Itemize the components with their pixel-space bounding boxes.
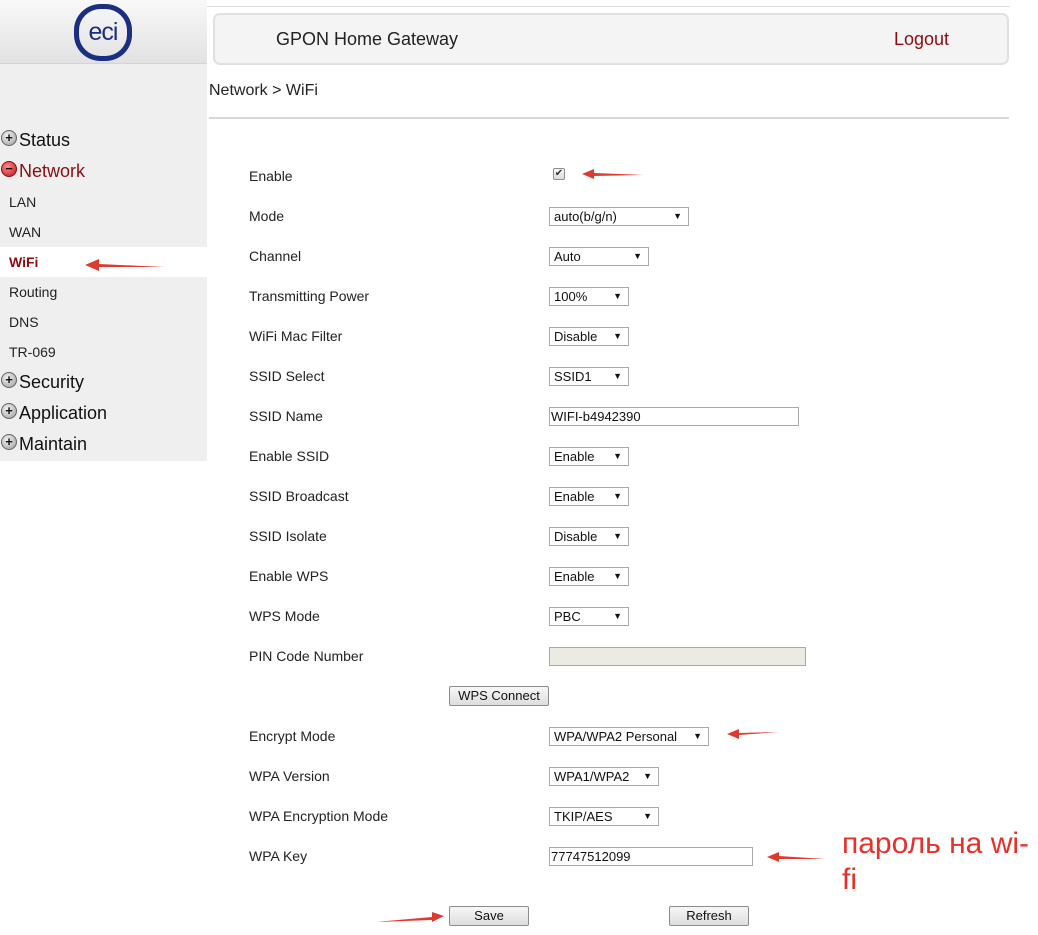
plus-circle-icon: +: [1, 402, 17, 419]
pin-code-label: PIN Code Number: [249, 648, 364, 664]
ssid-isolate-select[interactable]: Disable ▼: [549, 527, 629, 546]
mac-filter-select[interactable]: Disable ▼: [549, 327, 629, 346]
ssid-isolate-label: SSID Isolate: [249, 528, 327, 544]
channel-select[interactable]: Auto ▼: [549, 247, 649, 266]
sidebar-group-label: Maintain: [19, 434, 88, 454]
logo-bar: eci: [0, 0, 207, 64]
ssid-broadcast-select[interactable]: Enable ▼: [549, 487, 629, 506]
annotation-arrow-icon: [727, 729, 779, 739]
annotation-arrow-icon: [376, 912, 444, 922]
wpa-enc-mode-label: WPA Encryption Mode: [249, 808, 389, 824]
mode-label: Mode: [249, 208, 285, 224]
wps-connect-button[interactable]: WPS Connect: [449, 686, 549, 706]
tx-power-label: Transmitting Power: [249, 288, 370, 304]
enable-wps-select[interactable]: Enable ▼: [549, 567, 629, 586]
sidebar-group-network[interactable]: − Network: [0, 156, 207, 187]
annotation-arrow-icon: [767, 852, 825, 862]
plus-circle-icon: +: [1, 371, 17, 388]
breadcrumb: Network > WiFi: [209, 82, 318, 99]
chevron-down-icon: ▼: [613, 451, 622, 461]
wpa-version-label: WPA Version: [249, 768, 330, 784]
chevron-down-icon: ▼: [693, 731, 702, 741]
ssid-broadcast-label: SSID Broadcast: [249, 488, 349, 504]
tx-power-select[interactable]: 100% ▼: [549, 287, 629, 306]
wpa-version-select[interactable]: WPA1/WPA2 ▼: [549, 767, 659, 786]
sidebar-item-dns[interactable]: DNS: [0, 307, 207, 337]
wps-mode-label: WPS Mode: [249, 608, 320, 624]
sidebar-group-label: Application: [19, 403, 108, 423]
chevron-down-icon: ▼: [673, 211, 682, 221]
save-button[interactable]: Save: [449, 906, 529, 926]
channel-label: Channel: [249, 248, 302, 264]
chevron-down-icon: ▼: [643, 811, 652, 821]
chevron-down-icon: ▼: [613, 531, 622, 541]
chevron-down-icon: ▼: [613, 611, 622, 621]
divider: [209, 117, 1009, 119]
wpa-key-label: WPA Key: [249, 848, 308, 864]
chevron-down-icon: ▼: [613, 491, 622, 501]
encrypt-mode-label: Encrypt Mode: [249, 728, 336, 744]
enable-ssid-label: Enable SSID: [249, 448, 330, 464]
mac-filter-label: WiFi Mac Filter: [249, 328, 343, 344]
plus-circle-icon: +: [1, 129, 17, 146]
enable-wps-label: Enable WPS: [249, 568, 329, 584]
chevron-down-icon: ▼: [613, 291, 622, 301]
header-wrap: GPON Home Gateway Logout: [207, 6, 1010, 65]
wpa-key-input[interactable]: 77747512099: [549, 847, 753, 866]
chevron-down-icon: ▼: [633, 251, 642, 261]
ssid-name-input[interactable]: WIFI-b4942390: [549, 407, 799, 426]
ssid-name-label: SSID Name: [249, 408, 323, 424]
sidebar-group-security[interactable]: + Security: [0, 367, 207, 398]
sidebar-group-label: Network: [19, 161, 86, 181]
annotation-text: пароль на wi-fi: [842, 827, 1030, 896]
sidebar-item-routing[interactable]: Routing: [0, 277, 207, 307]
enable-checkbox[interactable]: ✔: [553, 168, 565, 180]
minus-circle-icon: −: [1, 160, 17, 177]
sidebar-item-tr069[interactable]: TR-069: [0, 337, 207, 367]
wpa-enc-mode-select[interactable]: TKIP/AES ▼: [549, 807, 659, 826]
wps-mode-select[interactable]: PBC ▼: [549, 607, 629, 626]
sidebar-group-label: Security: [19, 372, 85, 392]
annotation-arrow-icon: [85, 259, 165, 271]
sidebar-group-status[interactable]: + Status: [0, 125, 207, 156]
sidebar-group-maintain[interactable]: + Maintain: [0, 429, 207, 460]
enable-label: Enable: [249, 168, 293, 184]
header: GPON Home Gateway Logout: [213, 13, 1009, 65]
ssid-select[interactable]: SSID1 ▼: [549, 367, 629, 386]
chevron-down-icon: ▼: [613, 331, 622, 341]
chevron-down-icon: ▼: [643, 771, 652, 781]
gateway-title: GPON Home Gateway: [276, 29, 459, 49]
logout-link[interactable]: Logout: [894, 29, 949, 50]
mode-select[interactable]: auto(b/g/n) ▼: [549, 207, 689, 226]
ssid-select-label: SSID Select: [249, 368, 325, 384]
sidebar-item-lan[interactable]: LAN: [0, 187, 207, 217]
sidebar-item-wan[interactable]: WAN: [0, 217, 207, 247]
encrypt-mode-select[interactable]: WPA/WPA2 Personal ▼: [549, 727, 709, 746]
eci-logo: eci: [74, 4, 132, 61]
sidebar-group-application[interactable]: + Application: [0, 398, 207, 429]
chevron-down-icon: ▼: [613, 371, 622, 381]
chevron-down-icon: ▼: [613, 571, 622, 581]
enable-ssid-select[interactable]: Enable ▼: [549, 447, 629, 466]
pin-code-input[interactable]: [549, 647, 806, 666]
sidebar-group-label: Status: [19, 130, 71, 150]
plus-circle-icon: +: [1, 433, 17, 450]
refresh-button[interactable]: Refresh: [669, 906, 749, 926]
annotation-arrow-icon: [582, 169, 644, 179]
